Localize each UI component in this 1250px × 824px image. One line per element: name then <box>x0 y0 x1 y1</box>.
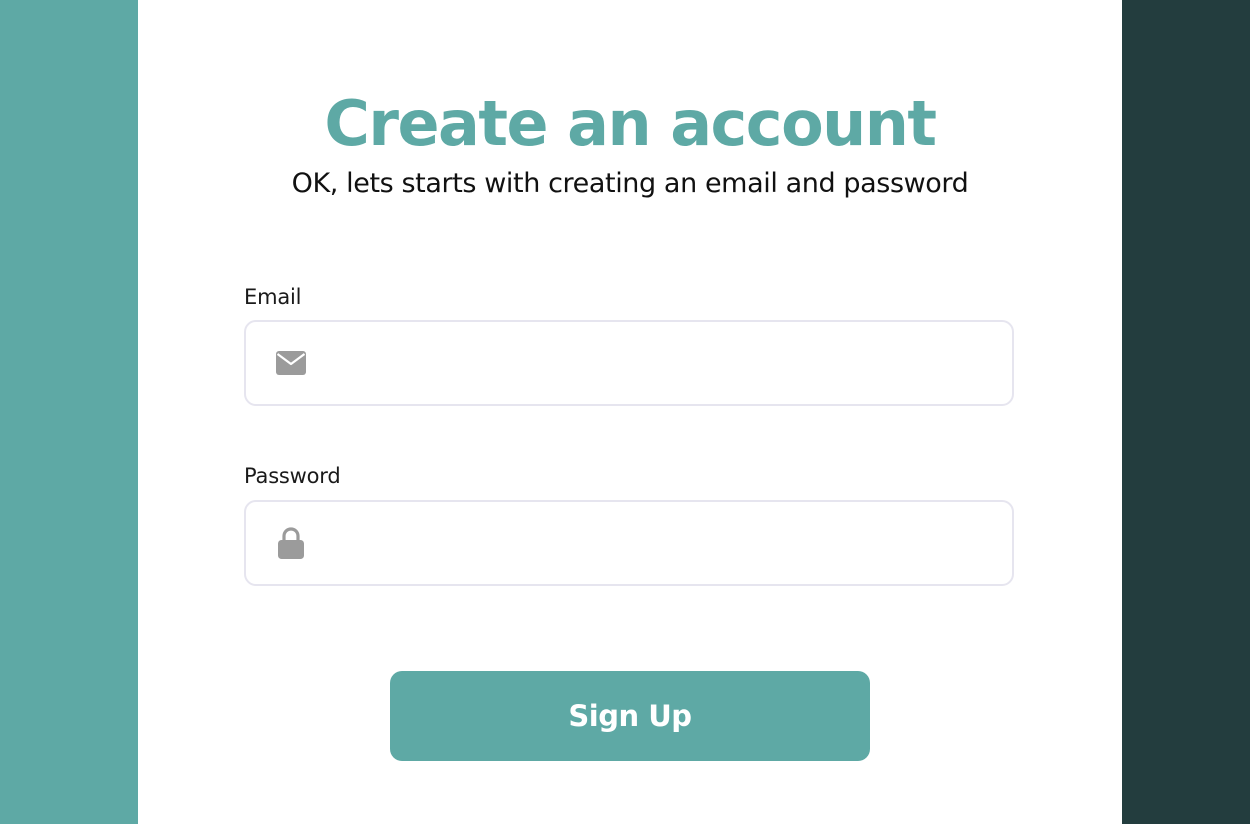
email-input[interactable] <box>322 332 992 394</box>
password-field[interactable] <box>244 500 1014 586</box>
right-accent-panel <box>1122 0 1250 824</box>
lock-icon <box>276 527 306 559</box>
page-title: Create an account <box>324 87 937 160</box>
sign-up-button[interactable]: Sign Up <box>390 671 870 761</box>
signup-card: Create an account OK, lets starts with c… <box>138 0 1122 824</box>
email-field[interactable] <box>244 320 1014 406</box>
envelope-icon <box>276 348 306 378</box>
password-label: Password <box>244 464 341 488</box>
page-subtitle: OK, lets starts with creating an email a… <box>291 168 969 199</box>
left-accent-panel <box>0 0 138 824</box>
email-label: Email <box>244 285 302 309</box>
password-input[interactable] <box>322 512 992 574</box>
